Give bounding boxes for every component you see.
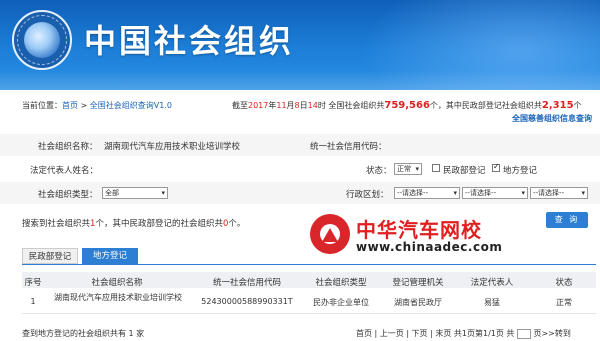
column-header: 社会组织类型	[315, 278, 367, 288]
org-type-label: 社会组织类型：	[38, 190, 98, 200]
banner-wave	[0, 70, 600, 90]
column-header: 统一社会信用代码	[212, 278, 281, 288]
page-jump-input[interactable]	[516, 328, 531, 339]
stats-hour: 14	[307, 101, 318, 110]
ministry-checkbox[interactable]	[432, 164, 440, 172]
table-header: 序号 社会组织名称 统一社会信用代码 社会组织类型 登记管理机关 法定代表人 状…	[22, 272, 596, 288]
cell-status: 正常	[556, 298, 572, 307]
site-title: 中国社会组织	[84, 22, 295, 60]
stats-text: 时 全国社会组织共	[317, 101, 385, 110]
charity-query-link[interactable]: 全国慈善组织信息查询	[512, 113, 592, 124]
column-header: 登记管理机关	[392, 278, 444, 288]
result-text: 搜索到社会组织共	[22, 219, 91, 229]
pagination-text[interactable]: 首页 | 上一页 | 下页 | 末页 共1页第1/1页 共	[356, 329, 517, 338]
region-label: 行政区划：	[346, 190, 389, 200]
pagination: 首页 | 上一页 | 下页 | 末页 共1页第1/1页 共 页>>转到	[356, 328, 571, 339]
column-header: 序号	[24, 278, 42, 288]
site-logo-icon[interactable]	[12, 10, 72, 70]
org-type-select-value: 全部	[105, 189, 119, 197]
local-count-summary: 查到地方登记的社会组织共有 1 家	[22, 329, 145, 338]
stats-year: 2017	[248, 101, 269, 110]
stats-ministry-total: 2,315	[541, 100, 574, 111]
form-row-name: 社会组织名称： 湖南现代汽车应用技术职业培训学校 统一社会信用代码：	[0, 134, 600, 156]
stats-month: 11	[276, 101, 287, 110]
chevron-down-icon: ▾	[415, 165, 419, 173]
tab-underline	[22, 264, 596, 265]
statistics-line: 截至2017年11月8日14时 全国社会组织共759,566个，其中民政部登记社…	[232, 100, 582, 111]
breadcrumb-home-link[interactable]: 首页	[62, 101, 78, 110]
chevron-down-icon: ▾	[521, 189, 525, 197]
cell-legal-rep: 易猛	[484, 298, 500, 307]
stats-text: 日	[299, 101, 308, 110]
column-header: 社会组织名称	[91, 278, 143, 288]
status-select[interactable]: 正常 ▾	[394, 163, 422, 175]
search-button[interactable]: 查 询	[546, 212, 588, 228]
result-text: 个，其中民政部登记的社会组织共	[95, 219, 223, 229]
cell-credit-code: 52430000588990331T	[201, 297, 293, 306]
stats-total: 759,566	[384, 100, 430, 111]
county-select-value: --请选择--	[533, 189, 565, 197]
table-row[interactable]: 1 湖南现代汽车应用技术职业培训学校 52430000588990331T 民办…	[22, 290, 596, 314]
chevron-down-icon: ▾	[453, 189, 457, 197]
watermark-title: 中华汽车网校	[356, 218, 482, 242]
status-select-value: 正常	[397, 165, 411, 173]
breadcrumb-current-link[interactable]: 全国社会组织查询V1.0	[90, 101, 172, 110]
form-row-type: 社会组织类型： 全部 ▾ 行政区划： --请选择-- ▾ --请选择-- ▾ --请选…	[0, 182, 600, 204]
local-checkbox-label: 地方登记	[503, 166, 538, 176]
legal-rep-input[interactable]	[104, 164, 284, 176]
watermark-logo-icon	[310, 214, 350, 254]
stats-text: 个，其中民政部登记社会组织共	[429, 101, 542, 110]
cell-index: 1	[30, 297, 36, 306]
status-label: 状态：	[366, 166, 392, 176]
org-name-label: 社会组织名称：	[38, 142, 98, 152]
city-select-value: --请选择--	[465, 189, 497, 197]
breadcrumb: 当前位置：首页 > 全国社会组织查询V1.0	[22, 100, 172, 111]
local-checkbox[interactable]	[492, 162, 500, 172]
pagination-goto[interactable]: 页>>转到	[531, 329, 570, 338]
watermark-url: www.chinaadec.com	[356, 240, 503, 254]
org-name-input[interactable]: 湖南现代汽车应用技术职业培训学校	[104, 140, 240, 152]
org-type-select[interactable]: 全部 ▾	[102, 187, 168, 199]
breadcrumb-separator: >	[78, 101, 90, 110]
province-select[interactable]: --请选择-- ▾	[394, 187, 460, 199]
result-text: 个。	[228, 219, 246, 229]
stats-text: 截至	[232, 101, 248, 110]
cell-org-name[interactable]: 湖南现代汽车应用技术职业培训学校	[52, 292, 184, 303]
chevron-down-icon: ▾	[161, 189, 165, 197]
watermark: 中华汽车网校 www.chinaadec.com	[310, 212, 503, 262]
column-header: 状态	[555, 278, 573, 288]
header-banner: 中国社会组织	[0, 0, 600, 90]
cell-org-type: 民办非企业单位	[313, 298, 369, 307]
cell-authority: 湖南省民政厅	[394, 298, 442, 307]
stats-text: 月	[286, 101, 295, 110]
credit-code-input[interactable]	[390, 140, 580, 152]
tab-local[interactable]: 地方登记	[82, 248, 138, 264]
province-select-value: --请选择--	[397, 189, 429, 197]
chevron-down-icon: ▾	[581, 189, 585, 197]
breadcrumb-prefix: 当前位置：	[22, 101, 62, 110]
form-row-legal: 法定代表人姓名： 状态： 正常 ▾ 民政部登记 地方登记	[0, 158, 600, 180]
search-result-summary: 搜索到社会组织共1个，其中民政部登记的社会组织共0个。	[22, 217, 245, 229]
city-select[interactable]: --请选择-- ▾	[462, 187, 528, 199]
ministry-checkbox-label: 民政部登记	[443, 166, 486, 176]
legal-rep-label: 法定代表人姓名：	[30, 166, 99, 176]
stats-text: 个	[573, 101, 582, 110]
column-header: 法定代表人	[470, 278, 514, 288]
credit-code-label: 统一社会信用代码：	[310, 142, 387, 152]
county-select[interactable]: --请选择-- ▾	[530, 187, 588, 199]
tab-ministry[interactable]: 民政部登记	[22, 248, 78, 264]
